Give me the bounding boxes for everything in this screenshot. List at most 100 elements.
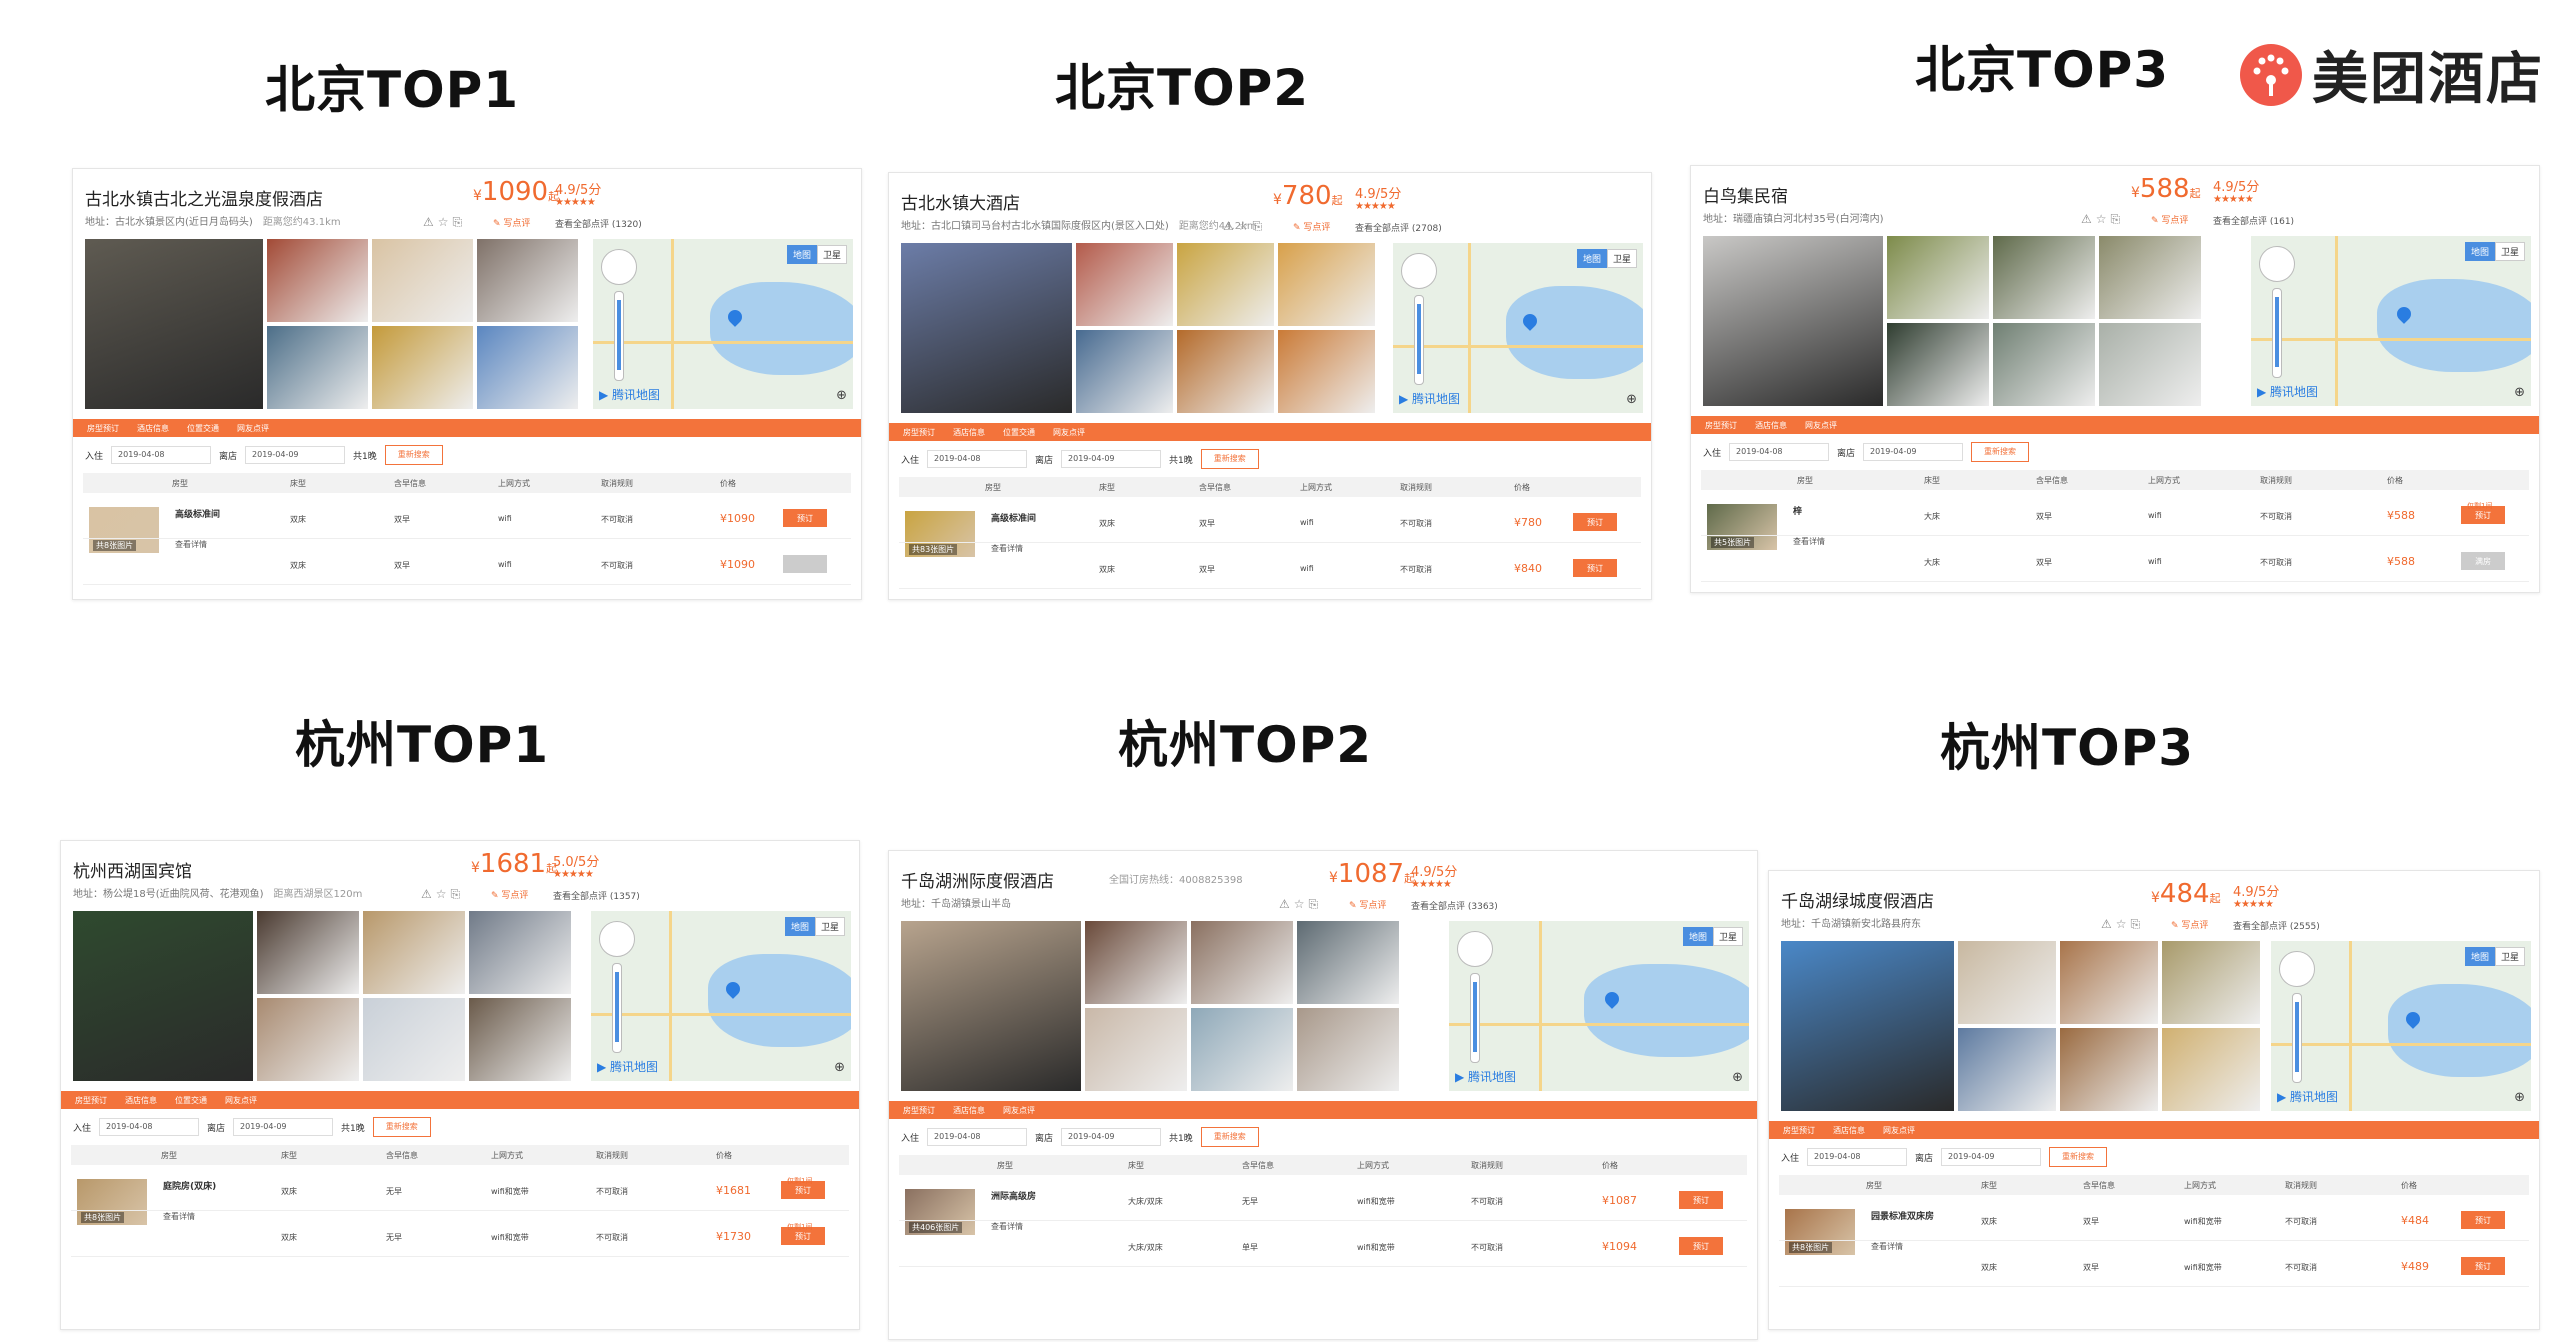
favorite-star-icon[interactable]: ☆ — [2096, 212, 2111, 226]
tab-item[interactable]: 房型预订 — [903, 427, 935, 438]
hotel-photo-thumb[interactable] — [267, 239, 368, 322]
map-pan-control[interactable] — [2279, 951, 2315, 987]
tab-item[interactable]: 酒店信息 — [953, 427, 985, 438]
checkin-date-input[interactable]: 2019-04-08 — [1729, 443, 1830, 461]
zoom-icon[interactable]: ⊕ — [1732, 1070, 1743, 1085]
book-button[interactable]: 预订 — [1573, 559, 1617, 577]
checkin-date-input[interactable]: 2019-04-08 — [99, 1118, 200, 1136]
hotel-photo-thumb[interactable] — [1278, 243, 1375, 326]
map-zoom-slider[interactable] — [614, 291, 624, 381]
research-button[interactable]: 重新搜索 — [372, 1117, 431, 1137]
hotel-photo-thumb[interactable] — [2162, 1028, 2260, 1111]
research-button[interactable]: 重新搜索 — [384, 445, 443, 465]
map-view-button[interactable]: 地图 — [786, 245, 817, 264]
tab-item[interactable]: 位置交通 — [175, 1095, 207, 1106]
photo-gallery[interactable] — [901, 243, 1375, 413]
favorite-star-icon[interactable]: ☆ — [436, 887, 451, 901]
favorite-star-icon[interactable]: ☆ — [1238, 219, 1253, 233]
photo-gallery[interactable] — [1703, 236, 2201, 406]
checkout-date-input[interactable]: 2019-04-09 — [1863, 443, 1964, 461]
photo-gallery[interactable] — [901, 921, 1399, 1091]
location-map[interactable]: 地图 卫星 ▶ 腾讯地图 ⊕ — [2251, 236, 2531, 406]
book-button[interactable]: 预订 — [1679, 1191, 1723, 1209]
share-icon[interactable]: ⎘ — [1309, 897, 1323, 911]
tab-item[interactable]: 网友点评 — [1805, 420, 1837, 431]
map-view-button[interactable]: 地图 — [1682, 927, 1713, 946]
write-review-link[interactable]: ✎ 写点评 — [491, 888, 528, 901]
hotel-photo-thumb[interactable] — [1177, 243, 1274, 326]
research-button[interactable]: 重新搜索 — [1971, 442, 2030, 462]
favorite-star-icon[interactable]: ☆ — [438, 215, 453, 229]
hotel-photo-thumb[interactable] — [2099, 323, 2201, 406]
map-view-button[interactable]: 地图 — [1576, 249, 1607, 268]
tab-item[interactable]: 酒店信息 — [137, 423, 169, 434]
tab-item[interactable]: 网友点评 — [225, 1095, 257, 1106]
hotel-photo-thumb[interactable] — [469, 911, 571, 994]
satellite-view-button[interactable]: 卫星 — [1606, 249, 1637, 268]
hotel-photo-thumb[interactable] — [1191, 1008, 1293, 1091]
hotel-main-photo[interactable] — [901, 921, 1081, 1091]
hotel-photo-thumb[interactable] — [1297, 1008, 1399, 1091]
hotel-photo-thumb[interactable] — [1958, 1028, 2056, 1111]
map-zoom-slider[interactable] — [1414, 295, 1424, 385]
zoom-icon[interactable]: ⊕ — [2514, 1090, 2525, 1105]
write-review-link[interactable]: ✎ 写点评 — [2151, 213, 2188, 226]
location-map[interactable]: 地图 卫星 ▶ 腾讯地图 ⊕ — [591, 911, 851, 1081]
satellite-view-button[interactable]: 卫星 — [814, 917, 845, 936]
hotel-photo-thumb[interactable] — [1076, 330, 1173, 413]
hotel-photo-thumb[interactable] — [2099, 236, 2201, 319]
tab-item[interactable]: 酒店信息 — [125, 1095, 157, 1106]
share-icon[interactable]: ⎘ — [2111, 212, 2125, 226]
hotel-photo-thumb[interactable] — [372, 239, 473, 322]
tab-item[interactable]: 房型预订 — [87, 423, 119, 434]
map-pan-control[interactable] — [2259, 246, 2295, 282]
location-map[interactable]: 地图 卫星 ▶ 腾讯地图 ⊕ — [2271, 941, 2531, 1111]
checkin-date-input[interactable]: 2019-04-08 — [1807, 1148, 1908, 1166]
write-review-link[interactable]: ✎ 写点评 — [2171, 918, 2208, 931]
book-button[interactable]: 预订 — [2461, 1211, 2505, 1229]
share-icon[interactable]: ⎘ — [451, 887, 465, 901]
hotel-photo-thumb[interactable] — [2162, 941, 2260, 1024]
warning-icon[interactable]: ⚠ — [2081, 212, 2096, 226]
tab-item[interactable]: 酒店信息 — [1833, 1125, 1865, 1136]
warning-icon[interactable]: ⚠ — [1279, 897, 1294, 911]
hotel-photo-thumb[interactable] — [2060, 941, 2158, 1024]
review-link[interactable]: 查看全部点评 (161) — [2213, 214, 2294, 227]
hotel-photo-thumb[interactable] — [1085, 921, 1187, 1004]
book-button[interactable]: 预订 — [783, 509, 827, 527]
hotel-main-photo[interactable] — [1781, 941, 1954, 1111]
map-view-button[interactable]: 地图 — [784, 917, 815, 936]
map-pan-control[interactable] — [601, 249, 637, 285]
checkin-date-input[interactable]: 2019-04-08 — [111, 446, 212, 464]
tab-item[interactable]: 房型预订 — [75, 1095, 107, 1106]
warning-icon[interactable]: ⚠ — [2101, 917, 2116, 931]
satellite-view-button[interactable]: 卫星 — [1712, 927, 1743, 946]
hotel-photo-thumb[interactable] — [477, 326, 578, 409]
photo-gallery[interactable] — [85, 239, 578, 409]
location-map[interactable]: 地图 卫星 ▶ 腾讯地图 ⊕ — [593, 239, 853, 409]
map-pan-control[interactable] — [1401, 253, 1437, 289]
tab-item[interactable]: 网友点评 — [1883, 1125, 1915, 1136]
photo-gallery[interactable] — [73, 911, 571, 1081]
research-button[interactable]: 重新搜索 — [1200, 1127, 1259, 1147]
satellite-view-button[interactable]: 卫星 — [2494, 242, 2525, 261]
hotel-photo-thumb[interactable] — [267, 326, 368, 409]
hotel-photo-thumb[interactable] — [1958, 941, 2056, 1024]
map-pan-control[interactable] — [1457, 931, 1493, 967]
research-button[interactable]: 重新搜索 — [2049, 1147, 2108, 1167]
hotel-photo-thumb[interactable] — [1993, 236, 2095, 319]
write-review-link[interactable]: ✎ 写点评 — [493, 216, 530, 229]
review-link[interactable]: 查看全部点评 (1357) — [553, 889, 640, 902]
hotel-photo-thumb[interactable] — [257, 911, 359, 994]
hotel-photo-thumb[interactable] — [1887, 323, 1989, 406]
hotel-main-photo[interactable] — [901, 243, 1072, 413]
location-map[interactable]: 地图 卫星 ▶ 腾讯地图 ⊕ — [1393, 243, 1643, 413]
tab-item[interactable]: 网友点评 — [237, 423, 269, 434]
satellite-view-button[interactable]: 卫星 — [816, 245, 847, 264]
write-review-link[interactable]: ✎ 写点评 — [1349, 898, 1386, 911]
hotel-photo-thumb[interactable] — [363, 911, 465, 994]
photo-gallery[interactable] — [1781, 941, 2260, 1111]
share-icon[interactable]: ⎘ — [453, 215, 467, 229]
hotel-photo-thumb[interactable] — [257, 998, 359, 1081]
map-zoom-slider[interactable] — [612, 963, 622, 1053]
